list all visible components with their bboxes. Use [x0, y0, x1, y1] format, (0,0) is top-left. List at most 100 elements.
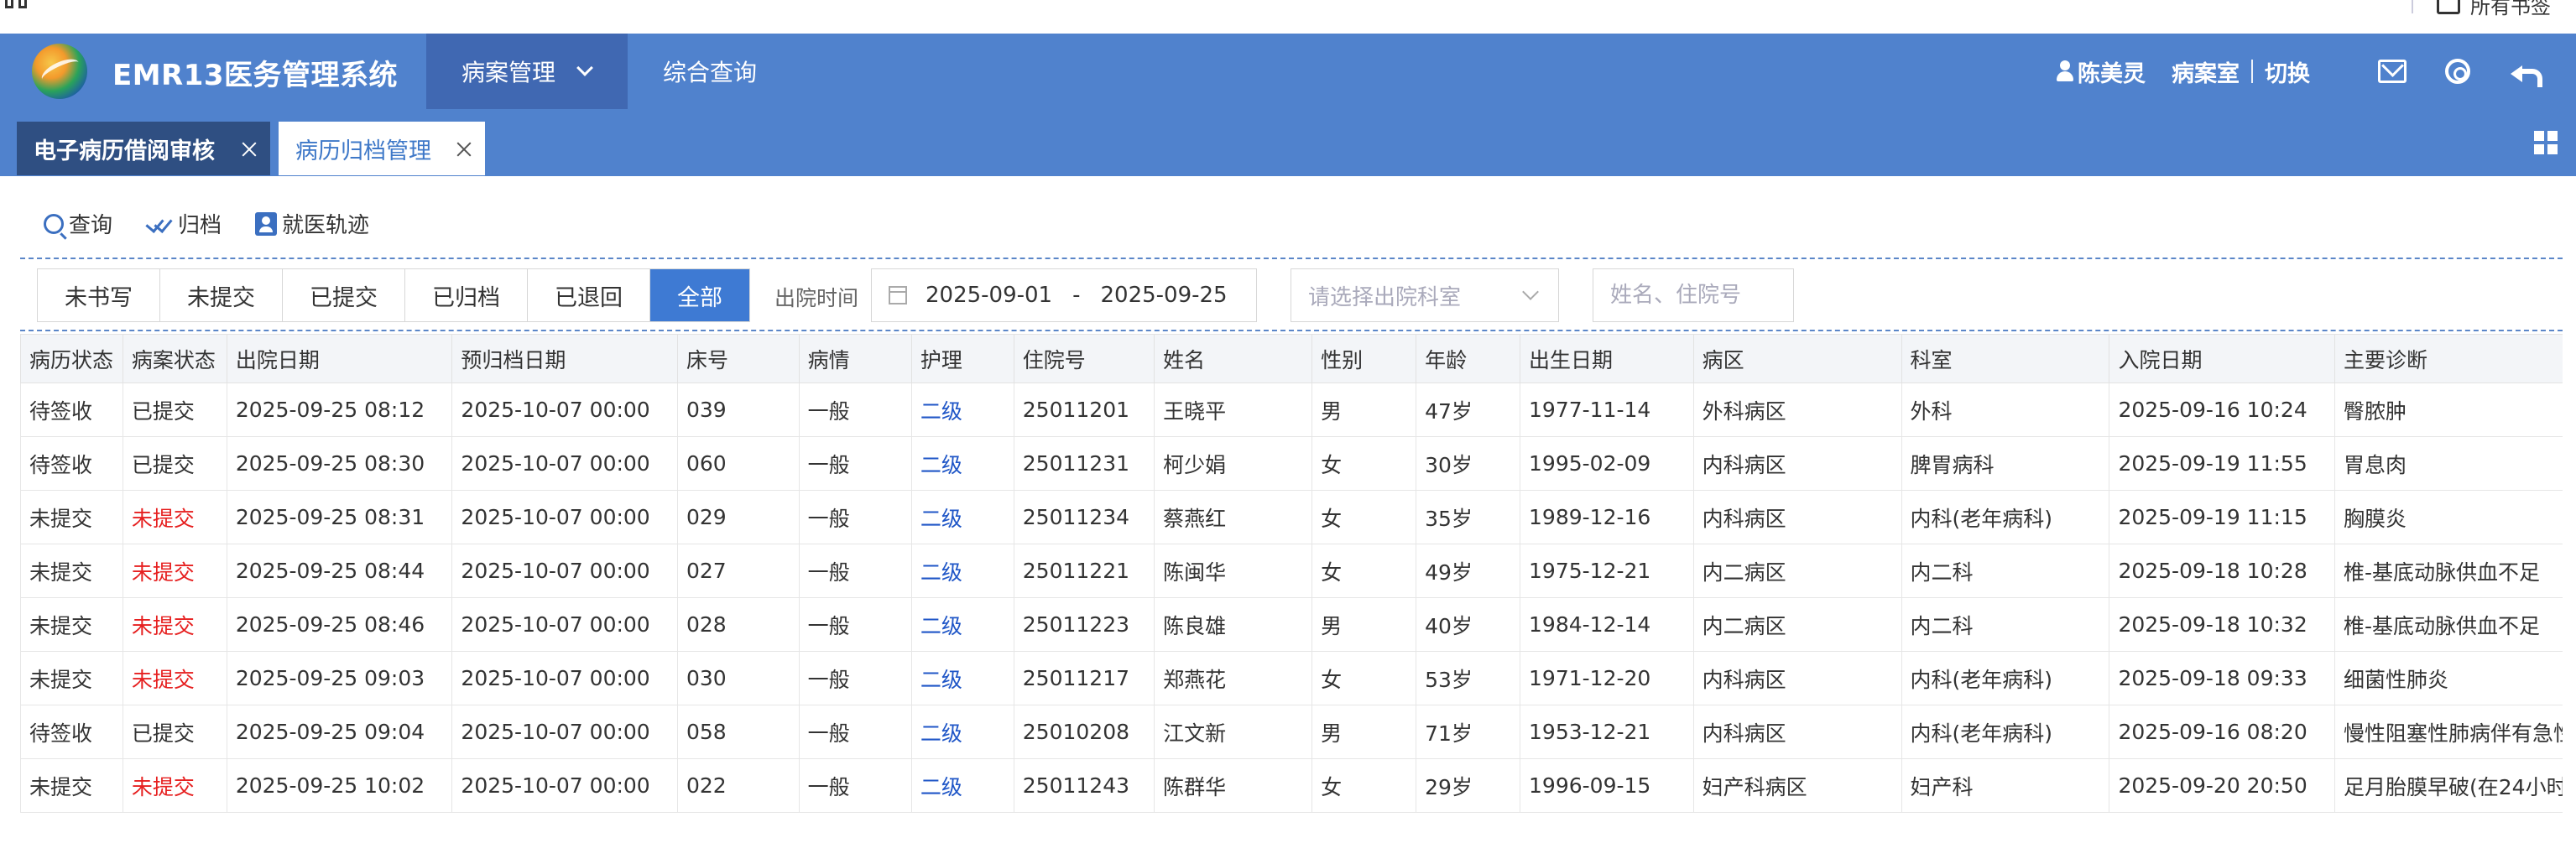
close-icon[interactable]: [456, 142, 472, 157]
filter-not-submitted[interactable]: 未提交: [160, 269, 283, 321]
table-row[interactable]: 待签收 已提交 2025-09-25 08:30 2025-10-07 00:00 06…: [20, 436, 2563, 491]
column-header[interactable]: 护理: [910, 334, 1014, 383]
column-header[interactable]: 预归档日期: [451, 334, 678, 383]
close-icon[interactable]: [242, 142, 257, 157]
mail-icon[interactable]: [2378, 60, 2407, 83]
patient-card-icon: [255, 211, 278, 236]
table-cell: 1953-12-21: [1520, 705, 1694, 759]
filter-archived[interactable]: 已归档: [405, 269, 528, 321]
table-row[interactable]: 未提交 未提交 2025-09-25 08:44 2025-10-07 00:00 02…: [20, 544, 2563, 598]
column-header[interactable]: 床号: [677, 334, 800, 383]
table-row[interactable]: 待签收 已提交 2025-09-25 08:12 2025-10-07 00:00 03…: [20, 383, 2563, 437]
table-cell[interactable]: 二级: [910, 490, 1014, 544]
filter-not-written[interactable]: 未书写: [38, 269, 160, 321]
table-row[interactable]: 未提交 未提交 2025-09-25 08:46 2025-10-07 00:00 02…: [20, 597, 2563, 652]
table-cell: 058: [677, 705, 800, 759]
grid-menu-icon[interactable]: [2534, 131, 2559, 156]
name-or-id-search-input[interactable]: [1593, 268, 1794, 322]
date-from[interactable]: 2025-09-01: [926, 283, 1052, 308]
gear-icon[interactable]: [2445, 59, 2470, 84]
table-cell: 柯少娟: [1154, 436, 1313, 491]
column-header[interactable]: 科室: [1901, 334, 2110, 383]
table-cell: 40岁: [1416, 597, 1521, 652]
column-header[interactable]: 入院日期: [2109, 334, 2336, 383]
table-cell[interactable]: 二级: [910, 544, 1014, 598]
filter-returned[interactable]: 已退回: [528, 269, 650, 321]
user-icon: [2056, 60, 2074, 82]
table-cell[interactable]: 二级: [910, 597, 1014, 652]
table-cell: 2025-09-16 10:24: [2109, 383, 2336, 437]
table-row[interactable]: 待签收 已提交 2025-09-25 09:04 2025-10-07 00:00 05…: [20, 705, 2563, 759]
nav-label: 综合查询: [663, 59, 758, 86]
query-button[interactable]: 查询: [44, 208, 112, 239]
table-cell: 妇产科病区: [1692, 758, 1902, 813]
table-cell: 2025-10-07 00:00: [451, 758, 678, 813]
table-cell: 1989-12-16: [1520, 490, 1694, 544]
apps-grid-icon[interactable]: [5, 0, 35, 12]
medical-track-button[interactable]: 就医轨迹: [255, 208, 369, 239]
records-table-container[interactable]: 病历状态 病案状态 出院日期 预归档日期 床号 病情 护理 住院号 姓名 性别 年龄 出生日期 病区 科室…: [20, 334, 2563, 864]
archive-button[interactable]: 归档: [146, 208, 222, 239]
table-cell: 慢性阻塞性肺病伴有急性下呼吸: [2334, 705, 2563, 759]
divider: [2412, 0, 2413, 13]
table-cell[interactable]: 二级: [910, 383, 1014, 437]
tab-record-archive[interactable]: 病历归档管理: [279, 122, 485, 175]
date-to[interactable]: 2025-09-25: [1101, 283, 1228, 308]
table-row[interactable]: 未提交 未提交 2025-09-25 10:02 2025-10-07 00:00 02…: [20, 758, 2563, 813]
table-cell: 足月胎膜早破(在24小时之内产: [2334, 758, 2563, 813]
app-header: EMR13医务管理系统 病案管理 综合查询 陈美灵 病案室 切换: [0, 34, 2576, 109]
table-cell: 内二病区: [1692, 597, 1902, 652]
table-cell[interactable]: 二级: [910, 651, 1014, 705]
table-cell[interactable]: 二级: [910, 758, 1014, 813]
table-cell: 已提交: [122, 705, 227, 759]
column-header[interactable]: 病区: [1692, 334, 1902, 383]
table-cell: 2025-09-25 09:03: [226, 651, 453, 705]
table-cell: 2025-10-07 00:00: [451, 705, 678, 759]
nav-comprehensive-query[interactable]: 综合查询: [663, 34, 757, 109]
table-cell[interactable]: 二级: [910, 705, 1014, 759]
discharge-dept-select[interactable]: 请选择出院科室: [1291, 268, 1559, 322]
column-header[interactable]: 年龄: [1416, 334, 1521, 383]
column-header[interactable]: 出生日期: [1520, 334, 1694, 383]
table-cell: 未提交: [122, 651, 227, 705]
table-cell: 未提交: [20, 758, 123, 813]
filter-all[interactable]: 全部: [650, 269, 749, 321]
column-header[interactable]: 姓名: [1154, 334, 1313, 383]
table-cell: 1977-11-14: [1520, 383, 1694, 437]
column-header[interactable]: 性别: [1311, 334, 1417, 383]
column-header[interactable]: 病情: [798, 334, 912, 383]
tab-ehr-borrow-review[interactable]: 电子病历借阅审核: [17, 122, 270, 175]
double-check-icon: [146, 216, 173, 232]
table-cell: 2025-09-25 08:12: [226, 383, 453, 437]
table-cell: 未提交: [20, 544, 123, 598]
column-header[interactable]: 主要诊断: [2334, 334, 2563, 383]
tab-bar: 电子病历借阅审核 病历归档管理: [0, 109, 2576, 176]
column-header[interactable]: 病历状态: [20, 334, 123, 383]
switch-dept-link[interactable]: 切换: [2265, 55, 2310, 88]
bookmarks-folder[interactable]: 所有书签: [2412, 0, 2551, 19]
user-name: 陈美灵: [2078, 60, 2146, 87]
query-label: 查询: [69, 213, 113, 238]
table-cell: 内科病区: [1692, 651, 1902, 705]
table-cell: 2025-10-07 00:00: [451, 651, 678, 705]
discharge-date-range[interactable]: 2025-09-01 - 2025-09-25: [871, 268, 1257, 322]
column-header[interactable]: 病案状态: [122, 334, 227, 383]
table-row[interactable]: 未提交 未提交 2025-09-25 09:03 2025-10-07 00:00 03…: [20, 651, 2563, 705]
table-row[interactable]: 未提交 未提交 2025-09-25 08:31 2025-10-07 00:00 02…: [20, 490, 2563, 544]
back-arrow-icon[interactable]: [2511, 57, 2542, 87]
table-cell: 外科: [1901, 383, 2110, 437]
user-menu[interactable]: 陈美灵: [2056, 34, 2146, 109]
table-cell[interactable]: 二级: [910, 436, 1014, 491]
table-cell: 022: [677, 758, 800, 813]
column-header[interactable]: 出院日期: [226, 334, 453, 383]
table-cell: 2025-09-19 11:55: [2109, 436, 2336, 491]
filter-submitted[interactable]: 已提交: [283, 269, 405, 321]
table-cell: 25011217: [1013, 651, 1155, 705]
table-cell: 2025-09-25 08:30: [226, 436, 453, 491]
nav-case-management[interactable]: 病案管理: [426, 34, 628, 109]
table-cell: 2025-09-25 09:04: [226, 705, 453, 759]
table-cell: 一般: [798, 758, 912, 813]
table-cell: 未提交: [122, 490, 227, 544]
divider: [2251, 60, 2253, 83]
column-header[interactable]: 住院号: [1013, 334, 1155, 383]
